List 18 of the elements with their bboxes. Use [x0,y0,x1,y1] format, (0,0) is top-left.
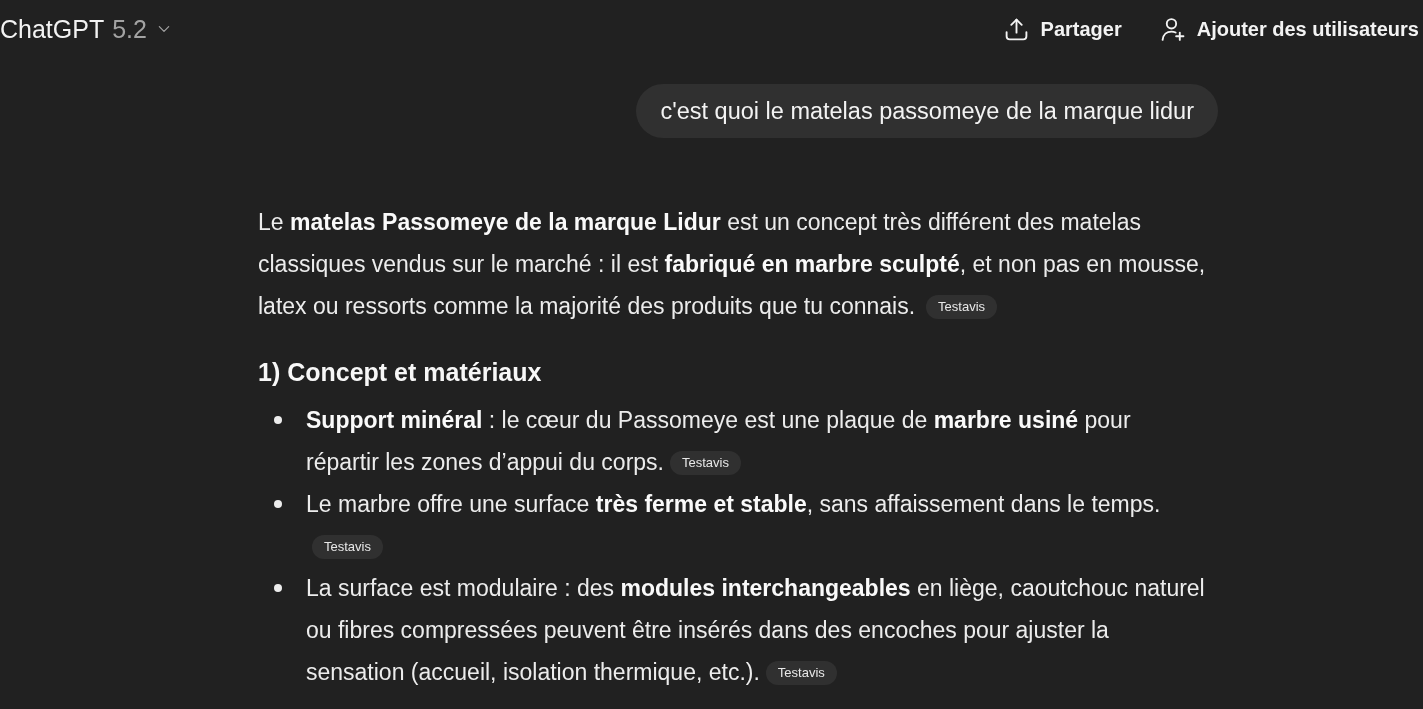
upload-icon [1003,16,1029,42]
model-selector[interactable]: ChatGPT 5.2 [0,16,172,42]
source-chip[interactable]: Testavis [765,661,837,685]
list-item-text: Le marbre offre une surface très ferme et stable, sans affaissement dans le temps. Testavis [306,491,1161,559]
source-chip[interactable]: Testavis [670,451,741,475]
source-chip[interactable]: Testavis [312,535,383,559]
section-heading: 1) Concept et matériaux [258,357,543,387]
add-user-icon [1159,16,1185,42]
bullet-icon [274,584,282,592]
bullet-icon [274,416,282,424]
add-users-button[interactable]: Ajouter des utilisateurs [1159,16,1419,42]
share-button[interactable]: Partager [1003,16,1122,42]
list-item-text: Support minéral : le cœur du Passomeye est une plaque de marbre usiné pour répartir les zones d’appui du corps. Testavis [306,407,1131,475]
bullet-icon [274,500,282,508]
list-item-text: La surface est modulaire : des modules interchangeables en liège, caoutchouc naturel ou fibres compressées peuvent être insérés dans des encoches pour ajuster la sensation (accueil, isolation thermique, etc.). Testavis [306,575,1205,685]
user-message: c'est quoi le matelas passomeye de la marque lidur [636,84,1218,138]
paragraph-text: Le matelas Passomeye de la marque Lidur est un concept très différent des matelas classiques vendus sur le marché : il est fabriqué en marbre sculpté, et non pas en mousse, latex ou ressorts comme la majorité des produits que tu connais. Testavis [258,209,1206,319]
source-chip[interactable]: Testavis [926,295,998,319]
